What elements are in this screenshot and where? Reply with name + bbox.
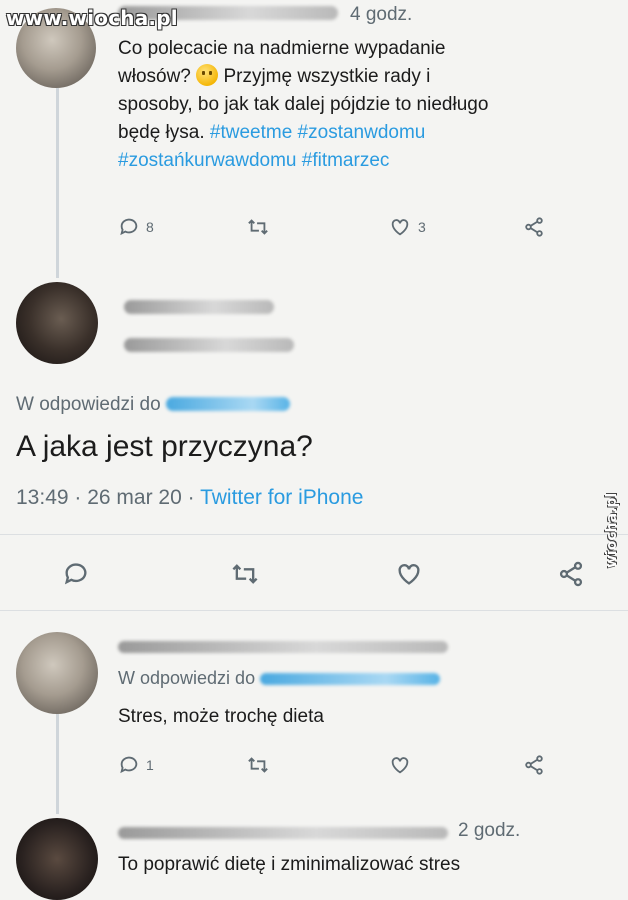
tweet-text: Stres, może trochę dieta xyxy=(118,706,324,727)
tweet-text-line-3: sposoby, bo jak tak dalej pójdzie to nie… xyxy=(118,94,489,115)
tweet-text-line-5: #zostańkurwawdomu #fitmarzec xyxy=(118,148,389,174)
hashtag-link[interactable]: #zostańkurwawdomu #fitmarzec xyxy=(118,150,389,171)
tweet-timestamp: 13:49 · 26 mar 20 · Twitter for iPhone xyxy=(16,486,364,509)
author-name-redacted[interactable] xyxy=(124,300,274,319)
retweet-button[interactable] xyxy=(230,560,260,588)
reply-icon xyxy=(120,756,138,774)
reply-count: 1 xyxy=(146,757,154,773)
smiling-face-emoji-icon xyxy=(196,64,219,86)
tweet-text: A jaka jest przyczyna? xyxy=(16,430,313,463)
tweet-time: 2 godz. xyxy=(458,820,521,841)
tweet-text: To poprawić dietę i zminimalizować stres xyxy=(118,854,461,875)
retweet-button[interactable] xyxy=(246,754,270,776)
avatar[interactable] xyxy=(16,282,98,364)
reply-context: W odpowiedzi do xyxy=(118,668,441,689)
share-icon xyxy=(525,755,543,775)
reply-button[interactable] xyxy=(62,560,90,588)
retweet-icon xyxy=(232,564,258,584)
tweet-text-line-2: włosów? Przyjmę wszystkie rady i xyxy=(118,64,431,87)
reply-button[interactable]: 8 xyxy=(118,216,154,238)
thread-connector-line-2 xyxy=(56,714,59,814)
like-button[interactable]: 3 xyxy=(388,216,426,238)
tweet-source-link[interactable]: Twitter for iPhone xyxy=(200,486,363,509)
tweet-actions xyxy=(62,560,602,588)
like-count: 3 xyxy=(418,219,426,235)
reply-context: W odpowiedzi do xyxy=(16,394,290,416)
share-button[interactable] xyxy=(522,754,546,776)
site-watermark: www.wiocha.pl xyxy=(6,6,178,30)
share-button[interactable] xyxy=(556,560,586,588)
author-handle-redacted[interactable] xyxy=(124,338,294,357)
author-name-redacted[interactable] xyxy=(118,640,448,658)
retweet-icon xyxy=(248,219,268,235)
reply-count: 8 xyxy=(146,219,154,235)
avatar[interactable] xyxy=(16,632,98,714)
tweet-text-line-4: będę łysa. #tweetme #zostanwdomu xyxy=(118,122,426,143)
divider xyxy=(0,534,628,535)
side-watermark: wiocha.pl xyxy=(604,492,620,568)
retweet-button[interactable] xyxy=(246,216,270,238)
reply-button[interactable]: 1 xyxy=(118,754,154,776)
reply-to-handle-redacted[interactable] xyxy=(260,673,441,685)
reply-icon xyxy=(120,218,138,236)
tweet-actions: 8 3 xyxy=(118,216,558,244)
hashtag-link[interactable]: #tweetme #zostanwdomu xyxy=(210,122,425,143)
reply-icon xyxy=(64,563,87,585)
tweet-time: 4 godz. xyxy=(350,4,413,25)
divider xyxy=(0,610,628,611)
like-button[interactable] xyxy=(394,560,424,588)
tweet-text-line-1: Co polecacie na nadmierne wypadanie xyxy=(118,38,446,59)
like-button[interactable] xyxy=(388,754,412,776)
tweet-actions: 1 xyxy=(118,754,558,782)
share-icon xyxy=(559,561,583,587)
share-button[interactable] xyxy=(522,216,546,238)
avatar[interactable] xyxy=(16,818,98,900)
thread-connector-line xyxy=(56,88,59,278)
reply-to-handle-redacted[interactable] xyxy=(165,397,290,411)
like-icon xyxy=(398,564,420,585)
retweet-icon xyxy=(248,757,268,773)
like-icon xyxy=(391,219,409,236)
like-icon xyxy=(391,757,409,774)
share-icon xyxy=(525,217,543,237)
author-name-redacted[interactable] xyxy=(118,826,448,844)
